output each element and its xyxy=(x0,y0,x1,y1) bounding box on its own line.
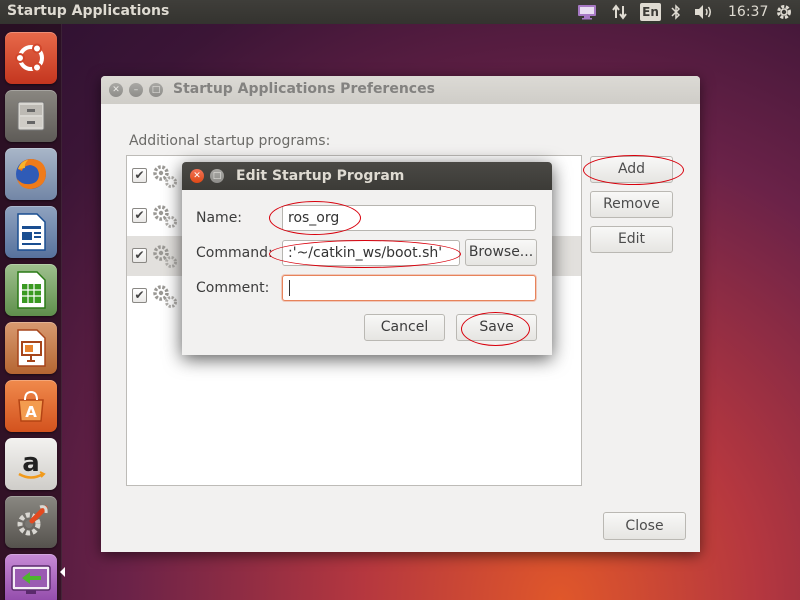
dialog-titlebar[interactable]: ✕ □ Edit Startup Program xyxy=(182,162,552,190)
remove-button[interactable]: Remove xyxy=(590,191,673,218)
active-app-indicator xyxy=(60,567,65,577)
command-input[interactable]: :'~/catkin_ws/boot.sh' xyxy=(282,240,460,266)
dialog-title: Edit Startup Program xyxy=(236,168,405,184)
impress-icon[interactable] xyxy=(5,322,57,374)
edit-startup-program-dialog: ✕ □ Edit Startup Program Name: ros_org C… xyxy=(182,162,552,355)
amazon-icon[interactable]: a xyxy=(5,438,57,490)
close-button[interactable]: Close xyxy=(603,512,686,540)
enable-checkbox[interactable]: ✔ xyxy=(132,248,147,263)
maximize-dialog-icon[interactable]: □ xyxy=(210,169,224,183)
software-center-icon[interactable]: A xyxy=(5,380,57,432)
window-titlebar[interactable]: ✕ – □ Startup Applications Preferences xyxy=(101,76,700,104)
svg-text:a: a xyxy=(22,448,40,478)
gears-icon xyxy=(153,165,177,188)
bluetooth-icon[interactable] xyxy=(667,0,685,24)
top-panel: Startup Applications En 16:37 xyxy=(0,0,800,24)
minimize-window-icon[interactable]: – xyxy=(129,83,143,97)
comment-input[interactable] xyxy=(282,275,536,301)
window-title: Startup Applications Preferences xyxy=(173,81,435,97)
system-settings-icon[interactable] xyxy=(5,496,57,548)
gears-icon xyxy=(153,245,177,268)
add-button[interactable]: Add xyxy=(590,156,673,183)
list-heading: Additional startup programs: xyxy=(129,133,331,149)
gears-icon xyxy=(153,205,177,228)
power-gear-icon[interactable] xyxy=(773,0,795,24)
firefox-icon[interactable] xyxy=(5,148,57,200)
maximize-window-icon[interactable]: □ xyxy=(149,83,163,97)
enable-checkbox[interactable]: ✔ xyxy=(132,288,147,303)
ubuntu-dash-icon[interactable] xyxy=(5,32,57,84)
keyboard-layout-indicator[interactable]: En xyxy=(640,3,661,21)
files-icon[interactable] xyxy=(5,90,57,142)
command-label: Command: xyxy=(196,245,273,261)
name-value: ros_org xyxy=(288,210,340,226)
enable-checkbox[interactable]: ✔ xyxy=(132,208,147,223)
gears-icon xyxy=(153,285,177,308)
comment-label: Comment: xyxy=(196,280,270,296)
browse-button[interactable]: Browse... xyxy=(465,239,537,266)
active-app-title: Startup Applications xyxy=(7,3,170,19)
calc-icon[interactable] xyxy=(5,264,57,316)
launcher: A a xyxy=(0,24,65,600)
name-input[interactable]: ros_org xyxy=(282,205,536,231)
cancel-button[interactable]: Cancel xyxy=(364,314,445,341)
network-arrows-icon[interactable] xyxy=(608,0,632,24)
svg-text:A: A xyxy=(25,403,37,421)
name-label: Name: xyxy=(196,210,243,226)
startup-apps-icon[interactable] xyxy=(5,554,57,600)
command-value: :'~/catkin_ws/boot.sh' xyxy=(288,245,443,261)
enable-checkbox[interactable]: ✔ xyxy=(132,168,147,183)
close-dialog-icon[interactable]: ✕ xyxy=(190,169,204,183)
volume-icon[interactable] xyxy=(692,0,716,24)
screen-share-icon[interactable] xyxy=(575,0,599,24)
close-window-icon[interactable]: ✕ xyxy=(109,83,123,97)
clock[interactable]: 16:37 xyxy=(728,4,768,20)
save-button[interactable]: Save xyxy=(456,314,537,341)
edit-button[interactable]: Edit xyxy=(590,226,673,253)
writer-icon[interactable] xyxy=(5,206,57,258)
text-caret xyxy=(289,280,290,296)
